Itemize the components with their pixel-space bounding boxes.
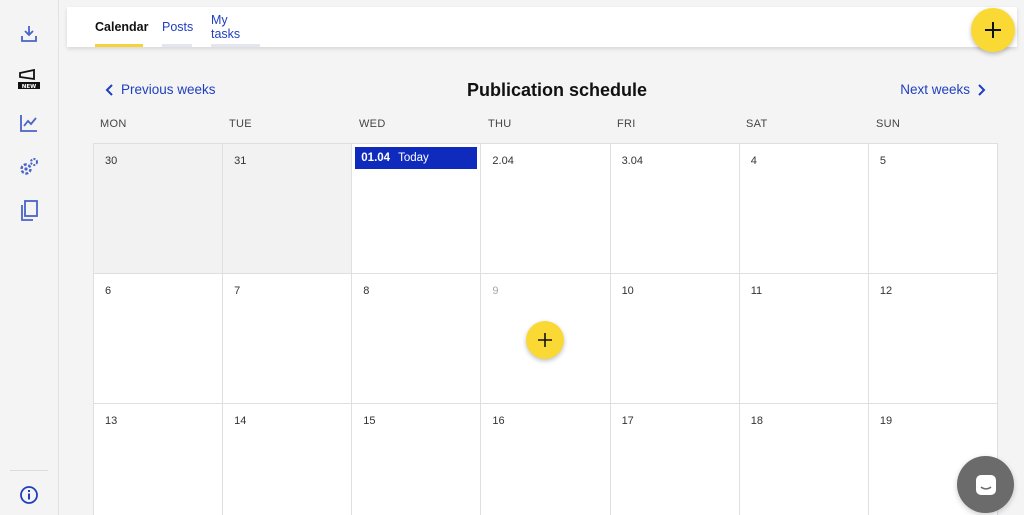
tab-my-tasks-label: My tasks — [211, 13, 241, 41]
day-number: 30 — [105, 155, 118, 167]
weekday-label: SUN — [876, 118, 901, 130]
page-title: Publication schedule — [466, 80, 648, 100]
info-icon[interactable] — [17, 483, 41, 507]
calendar-day-cell[interactable]: 17 — [610, 404, 740, 515]
tab-active-indicator — [95, 44, 143, 47]
next-weeks-link[interactable]: Next weeks — [900, 82, 986, 97]
weekday-label: FRI — [617, 118, 636, 130]
tab-indicator — [211, 44, 260, 47]
tab-posts-label: Posts — [162, 20, 194, 34]
documents-copy-icon[interactable] — [17, 199, 41, 223]
day-number: 3.04 — [621, 155, 643, 167]
calendar-day-cell[interactable]: 7 — [223, 274, 353, 404]
today-date: 01.04 — [361, 152, 391, 164]
previous-weeks-link[interactable]: Previous weeks — [105, 82, 216, 97]
day-number: 4 — [750, 155, 757, 167]
day-number: 31 — [234, 155, 247, 167]
download-icon[interactable] — [17, 22, 41, 46]
calendar-day-cell[interactable]: 6 — [94, 274, 224, 404]
weekday-label: SAT — [746, 118, 768, 130]
add-post-to-day-button[interactable] — [526, 321, 565, 359]
today-label: Today — [398, 152, 429, 164]
add-post-button[interactable] — [971, 8, 1015, 52]
chat-icon — [975, 474, 996, 495]
day-number: 7 — [234, 285, 241, 297]
weekday-label: TUE — [229, 118, 252, 130]
tab-calendar-label: Calendar — [95, 20, 149, 34]
previous-weeks-label: Previous weeks — [121, 82, 216, 97]
day-number: 9 — [492, 285, 499, 297]
day-number: 17 — [621, 415, 634, 427]
calendar-grid: 30 31 01.04 Today 2.04 3.04 4 5 6 7 8 9 … — [93, 143, 998, 515]
calendar-day-cell[interactable]: 3.04 — [610, 144, 740, 274]
calendar-day-cell[interactable]: 10 — [610, 274, 740, 404]
svg-text:NEW: NEW — [22, 84, 36, 90]
tab-indicator — [162, 44, 192, 47]
next-weeks-label: Next weeks — [900, 82, 970, 97]
calendar-day-cell[interactable]: 30 — [94, 144, 224, 274]
day-number: 18 — [750, 415, 763, 427]
calendar-day-cell[interactable]: 13 — [94, 404, 224, 515]
tab-bar: Calendar Posts My tasks — [67, 7, 1017, 47]
calendar-day-cell[interactable]: 2.04 — [481, 144, 611, 274]
calendar-day-cell[interactable]: 11 — [739, 274, 869, 404]
calendar-day-cell-hovered[interactable]: 9 — [481, 274, 611, 404]
day-number: 15 — [363, 415, 376, 427]
day-number: 12 — [879, 285, 893, 297]
day-number: 14 — [234, 415, 247, 427]
today-badge: 01.04 Today — [355, 147, 478, 169]
calendar-day-cell[interactable]: 15 — [352, 404, 482, 515]
calendar-day-cell[interactable]: 5 — [868, 144, 998, 274]
analytics-chart-icon[interactable] — [17, 111, 41, 135]
tab-my-tasks[interactable]: My tasks — [211, 7, 260, 47]
megaphone-new-icon[interactable]: NEW — [17, 67, 41, 91]
chevron-right-icon — [978, 83, 986, 96]
calendar-day-cell[interactable]: 8 — [352, 274, 482, 404]
calendar-day-cell[interactable]: 12 — [868, 274, 998, 404]
sidebar: NEW — [0, 0, 59, 515]
tab-calendar[interactable]: Calendar — [95, 7, 149, 47]
sidebar-divider — [10, 470, 48, 471]
calendar-day-cell[interactable]: 14 — [223, 404, 353, 515]
day-number: 11 — [750, 285, 763, 297]
calendar-day-cell[interactable]: 31 — [223, 144, 353, 274]
chevron-left-icon — [105, 83, 113, 96]
day-number: 2.04 — [492, 155, 514, 167]
chat-launcher-button[interactable] — [957, 456, 1014, 513]
weekday-label: MON — [100, 118, 127, 130]
plus-icon — [985, 22, 1001, 38]
day-number: 16 — [492, 415, 505, 427]
plus-icon — [538, 333, 553, 347]
calendar-day-cell[interactable]: 4 — [739, 144, 869, 274]
day-number: 13 — [105, 415, 118, 427]
weekday-label: WED — [359, 118, 386, 130]
tab-posts[interactable]: Posts — [162, 7, 194, 47]
day-number: 10 — [621, 285, 634, 297]
calendar-day-cell-today[interactable]: 01.04 Today — [352, 144, 482, 274]
weekday-label: THU — [488, 118, 512, 130]
calendar-day-cell[interactable]: 18 — [739, 404, 869, 515]
day-number: 8 — [363, 285, 370, 297]
day-number: 6 — [105, 285, 112, 297]
settings-gears-icon[interactable] — [17, 155, 41, 179]
day-number: 19 — [879, 415, 893, 427]
calendar-day-cell[interactable]: 16 — [481, 404, 611, 515]
weekday-header: MON TUE WED THU FRI SAT SUN — [93, 118, 998, 134]
day-number: 5 — [879, 155, 886, 167]
